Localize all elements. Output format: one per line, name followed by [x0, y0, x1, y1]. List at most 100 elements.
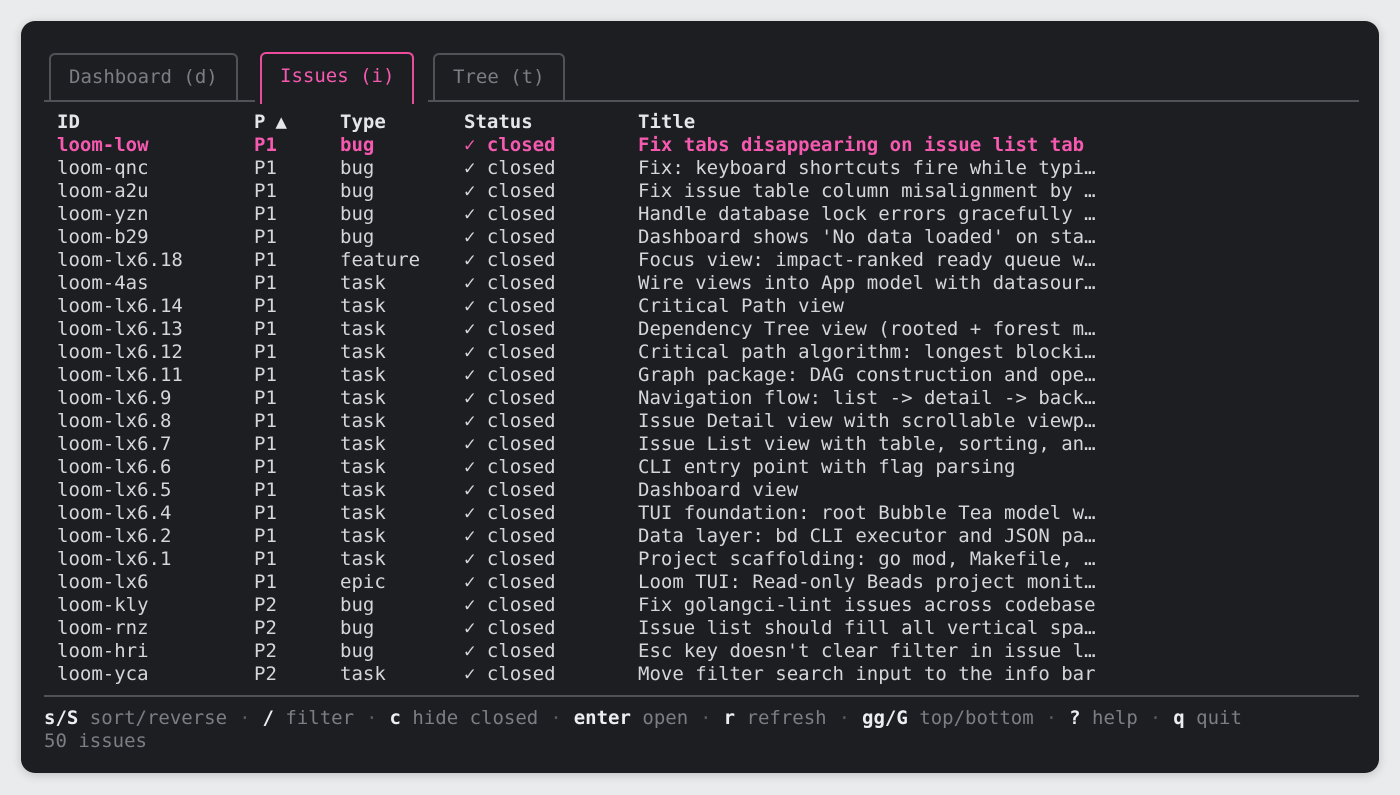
checkmark-icon: ✓: [464, 341, 476, 363]
issue-id: loom-lx6.12: [57, 341, 183, 363]
issue-status: ✓ closed: [464, 525, 634, 548]
issue-title: Project scaffolding: go mod, Makefile, …: [638, 548, 1096, 570]
issue-type: bug: [340, 180, 375, 202]
issue-priority: P1: [254, 295, 277, 317]
issue-priority: P1: [254, 341, 277, 363]
table-row[interactable]: loom-lx6.5 P1 task ✓ closed Dashboard view: [57, 479, 1157, 502]
hint-separator: ·: [1149, 707, 1162, 729]
checkmark-icon: ✓: [464, 548, 476, 570]
table-row[interactable]: loom-lx6.11 P1 task ✓ closed Graph package: …: [57, 364, 1157, 387]
tab-dashboard[interactable]: Dashboard (d): [49, 53, 238, 102]
table-row[interactable]: loom-lx6.12 P1 task ✓ closed Critical path a…: [57, 341, 1157, 364]
tab-tree[interactable]: Tree (t): [433, 53, 565, 102]
issue-id: loom-rnz: [57, 617, 149, 639]
issue-title: Fix tabs disappearing on issue list tab: [638, 134, 1085, 156]
issue-priority: P1: [254, 318, 277, 340]
table-row[interactable]: loom-qnc P1 bug ✓ closed Fix: keyboard short…: [57, 157, 1157, 180]
table-row[interactable]: loom-kly P2 bug ✓ closed Fix golangci-lint i…: [57, 594, 1157, 617]
issue-status: ✓ closed: [464, 134, 634, 157]
table-row[interactable]: loom-lx6.1 P1 task ✓ closed Project scaffold…: [57, 548, 1157, 571]
issue-title: TUI foundation: root Bubble Tea model w…: [638, 502, 1096, 524]
issue-title: Issue Detail view with scrollable viewp…: [638, 410, 1096, 432]
issue-id: loom-a2u: [57, 180, 149, 202]
issue-title: Graph package: DAG construction and ope…: [638, 364, 1096, 386]
table-row[interactable]: loom-yzn P1 bug ✓ closed Handle database loc…: [57, 203, 1157, 226]
checkmark-icon: ✓: [464, 157, 476, 179]
issue-id: loom-lx6.1: [57, 548, 172, 570]
table-row[interactable]: loom-b29 P1 bug ✓ closed Dashboard shows 'No…: [57, 226, 1157, 249]
issue-priority: P1: [254, 387, 277, 409]
table-row[interactable]: loom-lx6.2 P1 task ✓ closed Data layer: bd C…: [57, 525, 1157, 548]
column-header-id[interactable]: ID: [57, 111, 247, 134]
issue-id: loom-low: [57, 134, 149, 156]
table-row[interactable]: loom-lx6 P1 epic ✓ closed Loom TUI: Read-onl…: [57, 571, 1157, 594]
checkmark-icon: ✓: [464, 502, 476, 524]
hint-key: r: [723, 707, 736, 729]
column-header-priority[interactable]: P ▲: [254, 111, 334, 134]
issue-status-label: closed: [486, 571, 556, 593]
issue-status: ✓ closed: [464, 571, 634, 594]
column-header-type[interactable]: Type: [340, 111, 455, 134]
hint-description: refresh: [746, 707, 827, 729]
hint-key: c: [389, 707, 401, 729]
issue-priority: P1: [254, 548, 277, 570]
issue-status: ✓ closed: [464, 318, 634, 341]
issue-type: task: [340, 364, 386, 386]
column-header-title[interactable]: Title: [638, 111, 1158, 134]
issue-id: loom-yca: [57, 663, 149, 685]
column-header-status[interactable]: Status: [464, 111, 634, 134]
hint-description: open: [642, 707, 689, 729]
issue-status: ✓ closed: [464, 594, 634, 617]
table-row[interactable]: loom-lx6.14 P1 task ✓ closed Critical Path v…: [57, 295, 1157, 318]
table-row[interactable]: loom-lx6.6 P1 task ✓ closed CLI entry point …: [57, 456, 1157, 479]
table-row[interactable]: loom-hri P2 bug ✓ closed Esc key doesn't cle…: [57, 640, 1157, 663]
issue-priority: P1: [254, 134, 277, 156]
table-row[interactable]: loom-rnz P2 bug ✓ closed Issue list should f…: [57, 617, 1157, 640]
keybinding-hint: gg/G top/bottom: [862, 707, 1034, 729]
issue-status: ✓ closed: [464, 272, 634, 295]
issue-status: ✓ closed: [464, 341, 634, 364]
issue-type: feature: [340, 249, 421, 271]
table-row[interactable]: loom-a2u P1 bug ✓ closed Fix issue table col…: [57, 180, 1157, 203]
issue-type: bug: [340, 134, 375, 156]
issue-id: loom-b29: [57, 226, 149, 248]
issue-status: ✓ closed: [464, 502, 634, 525]
issue-status-label: closed: [486, 341, 556, 363]
issue-priority: P2: [254, 663, 277, 685]
hint-description: top/bottom: [919, 707, 1034, 729]
table-row[interactable]: loom-lx6.8 P1 task ✓ closed Issue Detail vie…: [57, 410, 1157, 433]
issue-id: loom-hri: [57, 640, 149, 662]
table-row[interactable]: loom-lx6.9 P1 task ✓ closed Navigation flow:…: [57, 387, 1157, 410]
hint-key: enter: [573, 707, 631, 729]
issue-status: ✓ closed: [464, 364, 634, 387]
issue-status: ✓ closed: [464, 295, 634, 318]
checkmark-icon: ✓: [464, 387, 476, 409]
issue-title: Critical Path view: [638, 295, 844, 317]
issue-title: Dashboard view: [638, 479, 799, 501]
table-row[interactable]: loom-lx6.13 P1 task ✓ closed Dependency Tree…: [57, 318, 1157, 341]
issue-priority: P1: [254, 525, 277, 547]
issue-priority: P1: [254, 249, 277, 271]
checkmark-icon: ✓: [464, 180, 476, 202]
table-row-selected[interactable]: loom-low P1 bug ✓ closed Fix tabs disappeari…: [57, 134, 1157, 157]
issue-id: loom-lx6.13: [57, 318, 183, 340]
issue-type: task: [340, 272, 386, 294]
hint-key: ?: [1069, 707, 1081, 729]
issue-priority: P2: [254, 594, 277, 616]
issue-title: Dependency Tree view (rooted + forest m…: [638, 318, 1096, 340]
issue-id: loom-lx6.8: [57, 410, 172, 432]
table-row[interactable]: loom-lx6.7 P1 task ✓ closed Issue List view …: [57, 433, 1157, 456]
table-row[interactable]: loom-lx6.4 P1 task ✓ closed TUI foundation: …: [57, 502, 1157, 525]
table-row[interactable]: loom-lx6.18 P1 feature ✓ closed Focus view: …: [57, 249, 1157, 272]
issue-type: epic: [340, 571, 386, 593]
issue-type: task: [340, 295, 386, 317]
issue-status: ✓ closed: [464, 203, 634, 226]
issue-title: Move filter search input to the info bar: [638, 663, 1096, 685]
table-row[interactable]: loom-4as P1 task ✓ closed Wire views into Ap…: [57, 272, 1157, 295]
checkmark-icon: ✓: [464, 640, 476, 662]
checkmark-icon: ✓: [464, 410, 476, 432]
issue-status: ✓ closed: [464, 226, 634, 249]
tab-issues[interactable]: Issues (i): [260, 52, 415, 104]
footer-rule: [44, 695, 1359, 697]
table-row[interactable]: loom-yca P2 task ✓ closed Move filter search…: [57, 663, 1157, 686]
